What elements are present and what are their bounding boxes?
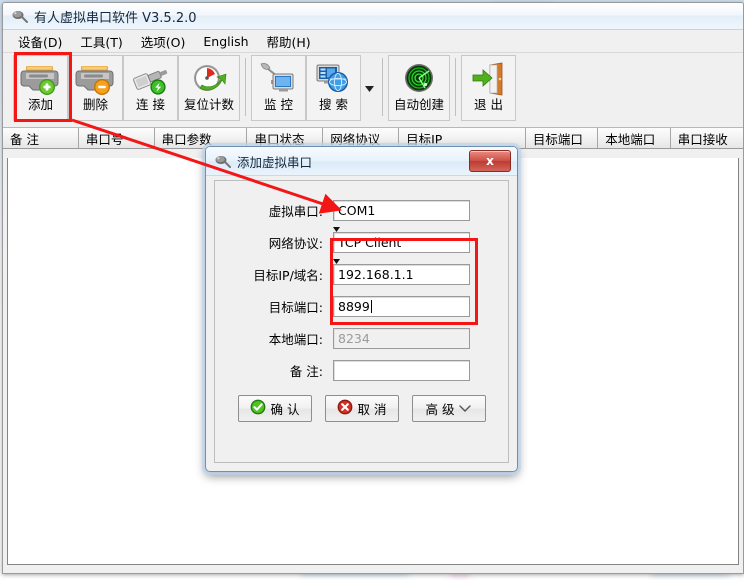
- virtual-serial-port-select[interactable]: COM1: [333, 200, 470, 232]
- toolbar-add-label: 添加: [27, 97, 53, 112]
- target-port-label: 目标端口:: [268, 300, 323, 315]
- field-row-target-port: 目标端口: 8899: [215, 295, 508, 318]
- remark-value[interactable]: [333, 360, 470, 381]
- column-header-port-rx[interactable]: 串口接收: [670, 128, 743, 148]
- field-row-local-port: 本地端口: 8234: [215, 327, 508, 350]
- virtual-port-combo-text[interactable]: COM1: [333, 200, 470, 221]
- column-header-port-number[interactable]: 串口号: [78, 128, 155, 148]
- remove-serial-port-icon: [74, 60, 118, 98]
- toolbar-monitor[interactable]: 监 控: [251, 55, 306, 121]
- menu-options[interactable]: 选项(O): [132, 30, 195, 53]
- dialog-titlebar: 添加虚拟串口 x: [206, 147, 517, 176]
- field-row-target-ip: 目标IP/域名: 192.168.1.1: [215, 263, 508, 286]
- local-port-input: 8234: [333, 328, 470, 349]
- toolbar-separator-3: [455, 58, 456, 116]
- field-row-remark: 备 注:: [215, 359, 508, 382]
- network-protocol-combo-text[interactable]: TCP Client: [333, 232, 470, 253]
- menu-help[interactable]: 帮助(H): [258, 30, 320, 53]
- search-dropdown-caret[interactable]: [361, 55, 377, 123]
- column-header-remark[interactable]: 备 注: [3, 128, 79, 148]
- connect-icon: [129, 60, 173, 98]
- column-header-target-port[interactable]: 目标端口: [525, 128, 599, 148]
- add-serial-port-icon: [19, 60, 63, 98]
- cancel-button-label: 取 消: [357, 402, 387, 417]
- plug-icon: [214, 154, 231, 169]
- toolbar-reset-counter[interactable]: 复位计数: [178, 55, 240, 121]
- add-virtual-serial-port-dialog: 添加虚拟串口 x 虚拟串口: COM1 网络协议: TCP Client 目标I…: [202, 143, 521, 475]
- menu-device[interactable]: 设备(D): [9, 30, 71, 53]
- network-protocol-label: 网络协议:: [268, 236, 323, 251]
- local-port-label: 本地端口:: [268, 332, 323, 347]
- target-ip-value[interactable]: 192.168.1.1: [333, 264, 470, 285]
- menu-tools[interactable]: 工具(T): [71, 30, 131, 53]
- toolbar-search[interactable]: 搜 索: [306, 55, 361, 121]
- toolbar-add[interactable]: 添加: [13, 55, 68, 121]
- field-row-network-protocol: 网络协议: TCP Client: [215, 231, 508, 264]
- toolbar-exit[interactable]: 退 出: [461, 55, 516, 121]
- chevron-down-icon: [364, 86, 374, 92]
- toolbar-connect-label: 连 接: [136, 97, 165, 112]
- toolbar-delete-label: 删除: [82, 97, 108, 112]
- toolbar-delete[interactable]: 删除: [68, 55, 123, 121]
- search-network-icon: [312, 60, 356, 98]
- toolbar-exit-label: 退 出: [474, 97, 503, 112]
- column-header-net-protocol[interactable]: 网络协议: [323, 128, 400, 148]
- menu-english[interactable]: English: [194, 32, 257, 51]
- remark-label: 备 注:: [289, 364, 323, 379]
- cancel-button[interactable]: 取 消: [324, 395, 399, 422]
- column-header-port-params[interactable]: 串口参数: [154, 128, 248, 148]
- column-header-target-ip[interactable]: 目标IP: [399, 128, 526, 148]
- dialog-body: 虚拟串口: COM1 网络协议: TCP Client 目标IP/域名: 192…: [214, 180, 509, 463]
- target-port-value-wrap[interactable]: 8899: [333, 296, 470, 317]
- toolbar-monitor-label: 监 控: [264, 97, 293, 112]
- target-ip-input[interactable]: 192.168.1.1: [333, 264, 470, 285]
- confirm-button[interactable]: 确 认: [237, 395, 312, 422]
- plug-icon: [11, 9, 28, 24]
- local-port-value: 8234: [333, 328, 470, 349]
- toolbar-search-label: 搜 索: [319, 97, 348, 112]
- monitor-icon: [257, 60, 301, 98]
- target-port-value: 8899: [338, 299, 370, 314]
- advanced-button-label: 高 级: [425, 402, 455, 417]
- target-ip-label: 目标IP/域名:: [253, 268, 323, 283]
- check-circle-icon: [250, 399, 266, 418]
- toolbar-separator-1: [245, 58, 246, 116]
- toolbar: 添加 删除 连 接 复位计数 监 控 搜 索 自动创建 退 出: [3, 53, 743, 128]
- network-protocol-select[interactable]: TCP Client: [333, 232, 470, 264]
- column-header-port-status[interactable]: 串口状态: [247, 128, 324, 148]
- reset-counter-icon: [187, 60, 231, 98]
- toolbar-connect[interactable]: 连 接: [123, 55, 178, 121]
- virtual-port-label: 虚拟串口:: [268, 204, 323, 219]
- text-caret: [370, 300, 372, 313]
- toolbar-separator-2: [382, 58, 383, 116]
- remark-input[interactable]: [333, 360, 470, 381]
- toolbar-auto-create[interactable]: 自动创建: [388, 55, 450, 121]
- advanced-button[interactable]: 高 级: [411, 395, 486, 422]
- chevron-down-icon: [459, 401, 472, 416]
- radar-icon: [397, 60, 441, 98]
- dialog-buttons: 确 认 取 消 高 级: [215, 395, 508, 422]
- window-title: 有人虚拟串口软件 V3.5.2.0: [34, 10, 197, 26]
- close-icon[interactable]: x: [469, 150, 511, 172]
- exit-door-icon: [467, 60, 511, 98]
- menubar: 设备(D) 工具(T) 选项(O) English 帮助(H): [3, 30, 743, 53]
- field-row-virtual-port: 虚拟串口: COM1: [215, 199, 508, 232]
- target-port-input[interactable]: 8899: [333, 296, 470, 317]
- toolbar-auto-create-label: 自动创建: [393, 97, 444, 112]
- window-titlebar: 有人虚拟串口软件 V3.5.2.0: [3, 3, 743, 30]
- dialog-title: 添加虚拟串口: [237, 154, 313, 170]
- cancel-circle-icon: [337, 399, 353, 418]
- column-header-local-port[interactable]: 本地端口: [598, 128, 671, 148]
- confirm-button-label: 确 认: [270, 402, 300, 417]
- toolbar-reset-counter-label: 复位计数: [183, 97, 234, 112]
